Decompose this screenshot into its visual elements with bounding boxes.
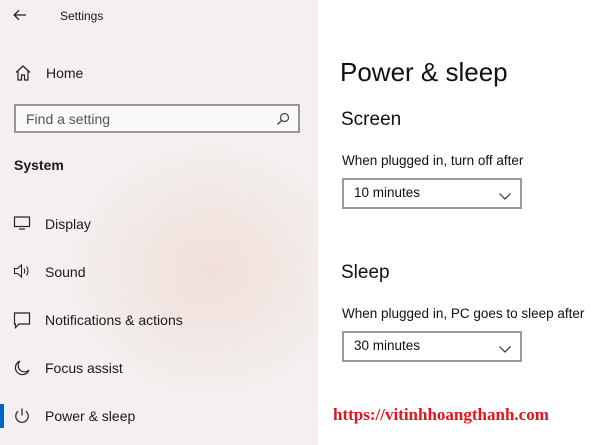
sleep-timeout-label: When plugged in, PC goes to sleep after	[342, 306, 585, 321]
chevron-down-icon	[498, 188, 512, 206]
sleep-timeout-dropdown[interactable]: 30 minutes	[342, 331, 522, 362]
sidebar-item-label: Focus assist	[45, 360, 123, 376]
title-bar: Settings	[0, 0, 318, 32]
screen-heading: Screen	[341, 109, 402, 130]
app-title: Settings	[60, 9, 104, 23]
sidebar-item-label: Notifications & actions	[45, 312, 183, 328]
home-nav-item[interactable]: Home	[0, 57, 318, 89]
sleep-heading: Sleep	[341, 262, 390, 283]
back-arrow-icon	[13, 9, 26, 21]
display-icon	[13, 215, 31, 236]
speaker-icon	[13, 263, 31, 284]
power-icon	[13, 407, 31, 430]
sidebar-item-sound[interactable]: Sound	[0, 254, 318, 290]
home-icon	[14, 64, 32, 87]
back-button[interactable]	[10, 4, 34, 28]
moon-icon	[13, 359, 31, 382]
search-box[interactable]	[14, 104, 300, 133]
page-title: Power & sleep	[340, 57, 508, 87]
home-label: Home	[46, 65, 84, 81]
main-content: Power & sleep Screen When plugged in, tu…	[318, 0, 593, 445]
sidebar-item-label: Sound	[45, 264, 86, 280]
dropdown-value: 30 minutes	[354, 338, 421, 353]
screen-timeout-dropdown[interactable]: 10 minutes	[342, 178, 522, 209]
sidebar-item-display[interactable]: Display	[0, 206, 318, 242]
chevron-down-icon	[498, 341, 512, 359]
screen-timeout-label: When plugged in, turn off after	[342, 153, 524, 168]
notification-icon	[13, 311, 31, 334]
sidebar: Settings Home System Display	[0, 0, 318, 445]
sidebar-item-focus-assist[interactable]: Focus assist	[0, 350, 318, 386]
watermark-url: https://vitinhhoangthanh.com	[333, 405, 549, 424]
dropdown-value: 10 minutes	[354, 185, 421, 200]
search-icon[interactable]	[276, 112, 290, 131]
sidebar-item-label: Power & sleep	[45, 408, 136, 424]
sidebar-item-power-sleep[interactable]: Power & sleep	[0, 398, 318, 434]
section-heading-system: System	[14, 157, 64, 173]
search-input[interactable]	[16, 106, 298, 131]
sidebar-item-label: Display	[45, 216, 91, 232]
sidebar-item-notifications[interactable]: Notifications & actions	[0, 302, 318, 338]
